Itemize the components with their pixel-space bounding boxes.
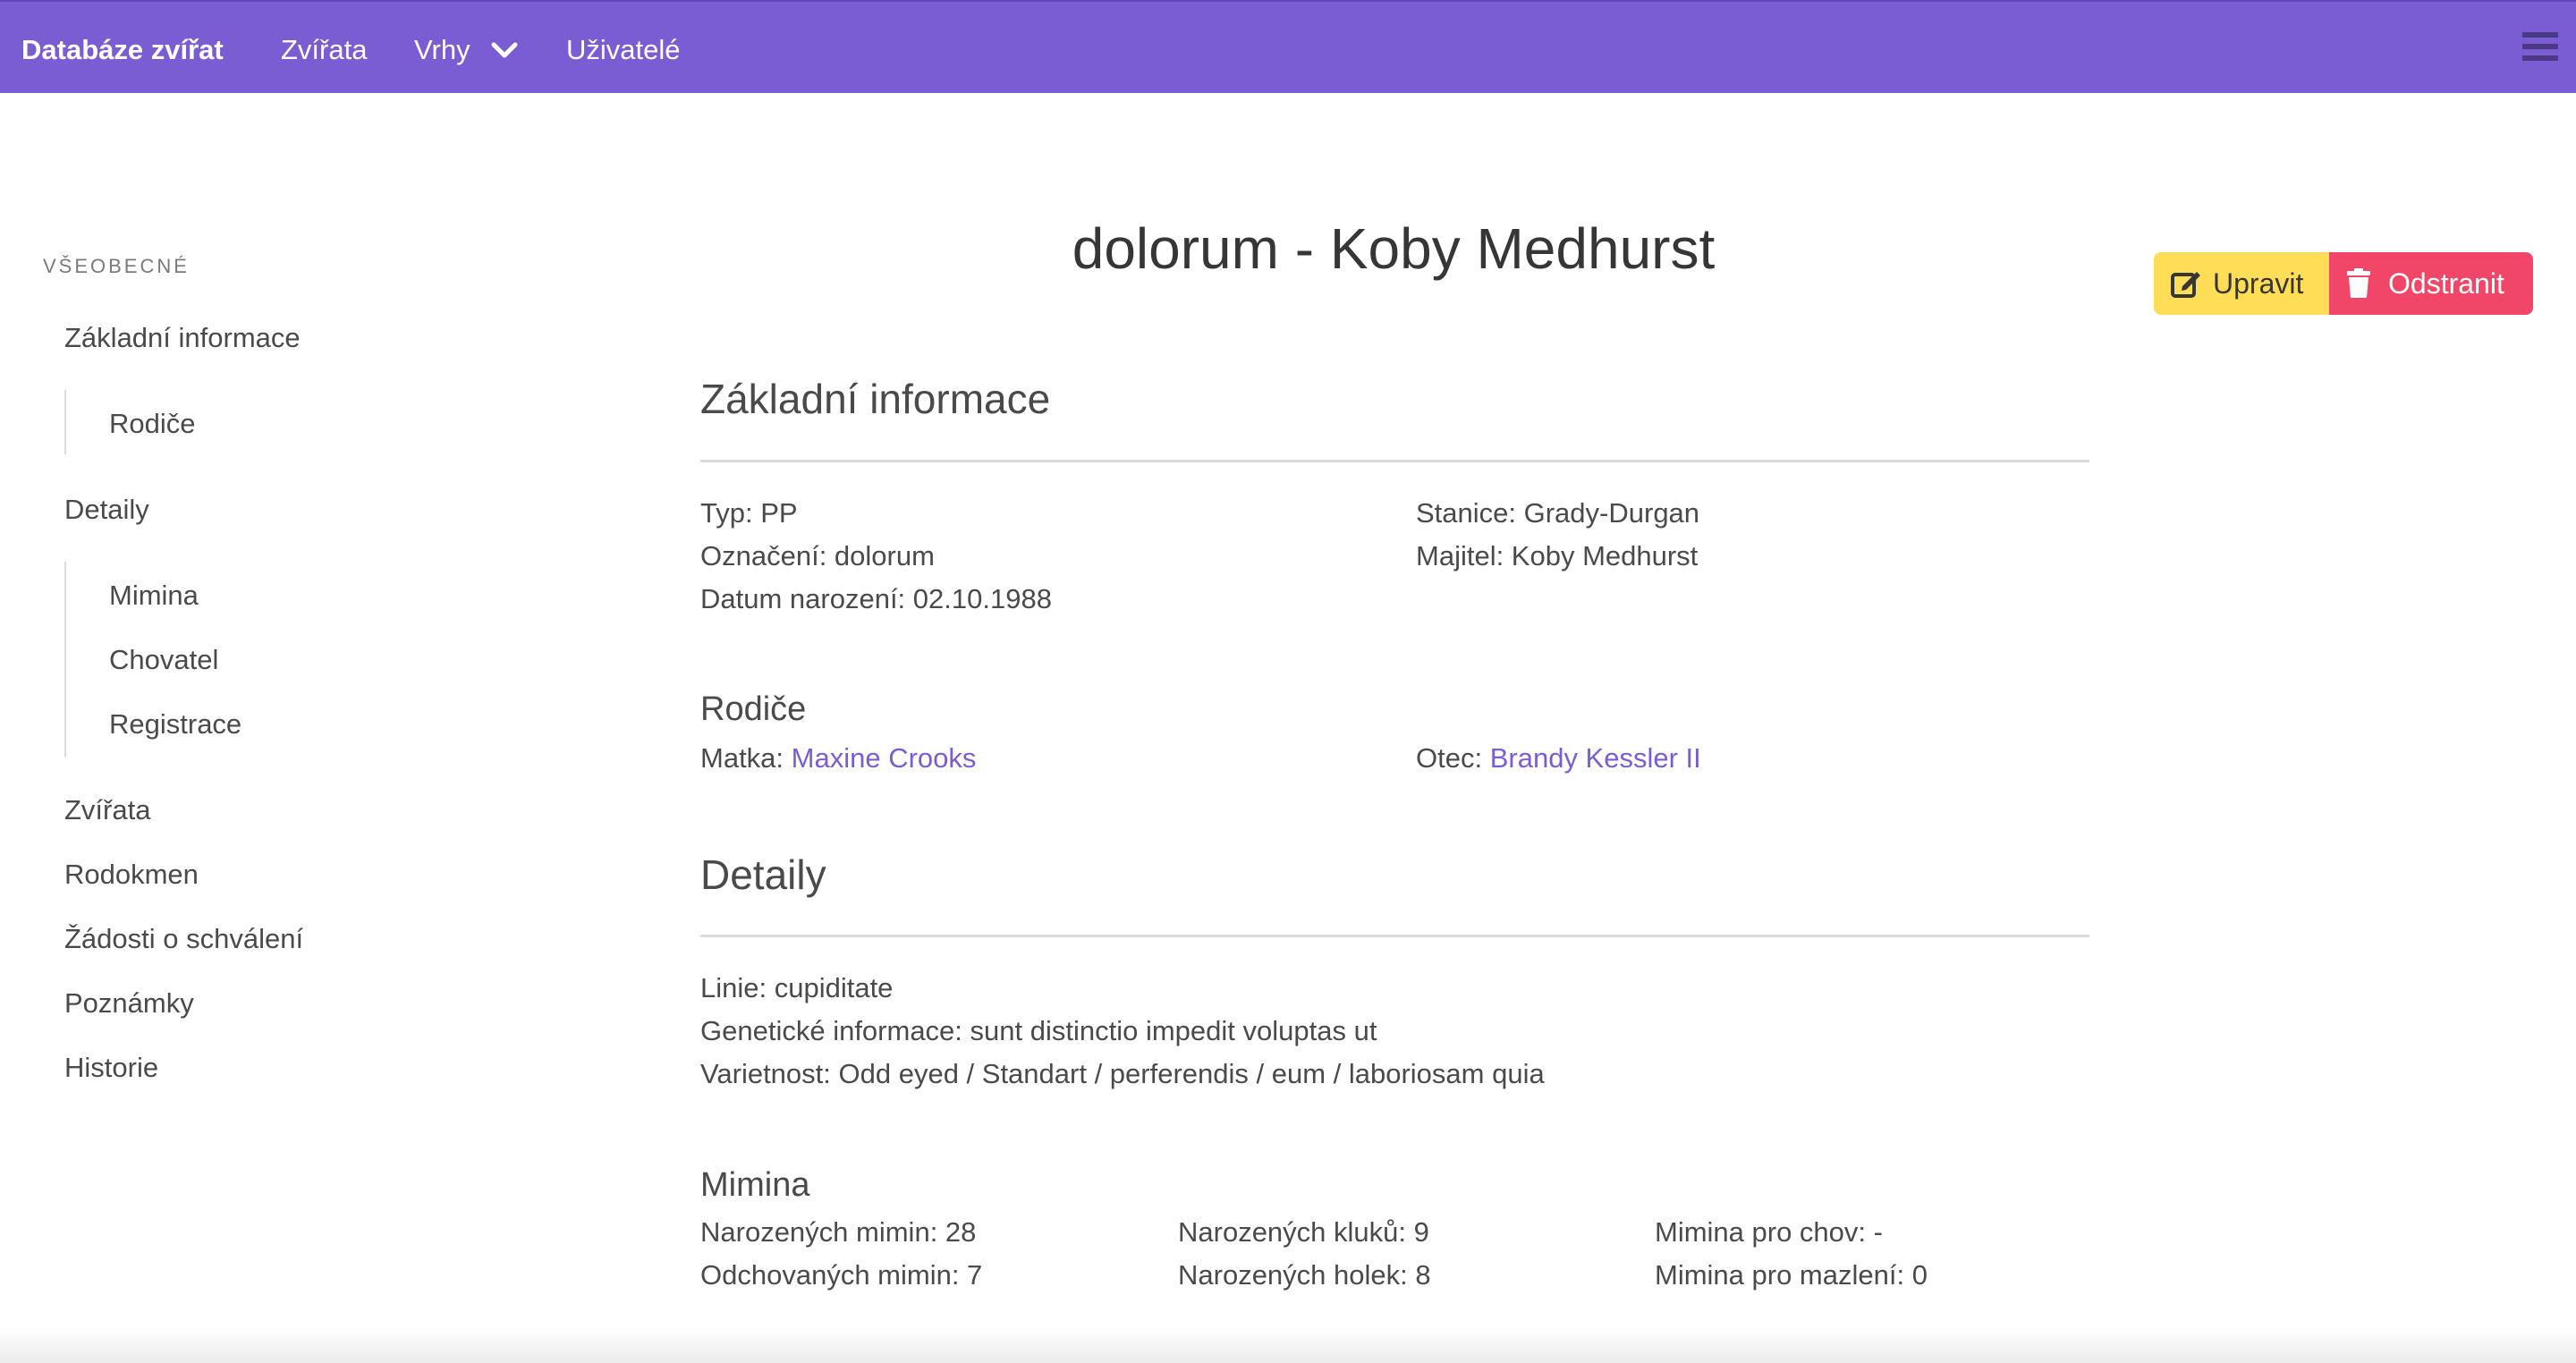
trash-icon [2347,268,2370,298]
delete-button-label: Odstranit [2388,267,2504,300]
section-heading-parents: Rodiče [700,690,807,728]
sidebar-item-detaily[interactable]: Detaily [64,492,149,528]
chevron-down-icon[interactable] [488,39,521,61]
sidebar-item-zakladni-informace[interactable]: Základní informace [64,320,301,356]
father-label: Otec: [1416,742,1483,774]
edit-icon [2171,272,2200,298]
sidebar-item-poznamky[interactable]: Poznámky [64,986,194,1021]
field-mimina-pro-mazleni: Mimina pro mazlení: 0 [1655,1259,1928,1291]
sidebar-item-historie[interactable]: Historie [64,1050,158,1086]
father-link[interactable]: Brandy Kessler II [1490,742,1701,774]
field-typ: Typ: PP [700,497,798,529]
divider [700,460,2089,462]
sidebar-section-label: Všeobecné [43,255,190,277]
sidebar-item-rodice[interactable]: Rodiče [109,406,196,442]
sidebar-item-registrace[interactable]: Registrace [109,707,242,742]
mother-label: Matka: [700,742,784,774]
bottom-shadow [0,1327,2576,1363]
sidebar-submenu-rule [64,390,66,454]
mother-link[interactable]: Maxine Crooks [792,742,977,774]
field-matka: Matka: Maxine Crooks [700,741,976,776]
field-mimina-pro-chov: Mimina pro chov: - [1655,1216,1883,1248]
field-odchovanych-mimin: Odchovaných mimin: 7 [700,1259,983,1291]
top-navbar: Databáze zvířat Zvířata Vrhy Uživatelé [0,0,2576,93]
field-narozenych-mimin: Narozených mimin: 28 [700,1216,977,1248]
section-heading-details: Detaily [700,851,826,898]
field-datum-narozeni: Datum narození: 02.10.1988 [700,583,1052,614]
field-varietnost: Varietnost: Odd eyed / Standart / perfer… [700,1058,1545,1089]
hamburger-menu-icon[interactable] [2522,32,2558,64]
field-geneticke-informace: Genetické informace: sunt distinctio imp… [700,1015,1377,1046]
field-narozenych-holek: Narozených holek: 8 [1178,1259,1431,1291]
field-linie: Linie: cupiditate [700,972,894,1003]
divider [700,935,2089,937]
nav-link-zvirata[interactable]: Zvířata [281,32,367,68]
brand-link[interactable]: Databáze zvířat [21,32,224,68]
field-majitel: Majitel: Koby Medhurst [1416,540,1699,571]
field-narozenych-kluku: Narozených kluků: 9 [1178,1216,1429,1248]
field-oznaceni: Označení: dolorum [700,540,935,571]
sidebar-item-chovatel[interactable]: Chovatel [109,642,218,678]
nav-dropdown-vrhy[interactable]: Vrhy [414,32,470,68]
sidebar-item-zvirata[interactable]: Zvířata [64,792,150,828]
delete-button[interactable]: Odstranit [2329,252,2533,315]
page-title: dolorum - Koby Medhurst [1072,216,1716,281]
field-otec: Otec: Brandy Kessler II [1416,741,1701,776]
edit-button[interactable]: Upravit [2154,252,2331,315]
sidebar-submenu-rule [64,562,66,757]
nav-link-uzivatele[interactable]: Uživatelé [566,32,681,68]
section-heading-basic: Základní informace [700,376,1051,422]
edit-button-label: Upravit [2213,267,2304,300]
sidebar-item-rodokmen[interactable]: Rodokmen [64,857,199,893]
field-stanice: Stanice: Grady-Durgan [1416,497,1700,529]
sidebar-item-zadosti[interactable]: Žádosti o schválení [64,921,303,957]
section-heading-babies: Mimina [700,1166,810,1204]
sidebar-item-mimina[interactable]: Mimina [109,578,199,614]
